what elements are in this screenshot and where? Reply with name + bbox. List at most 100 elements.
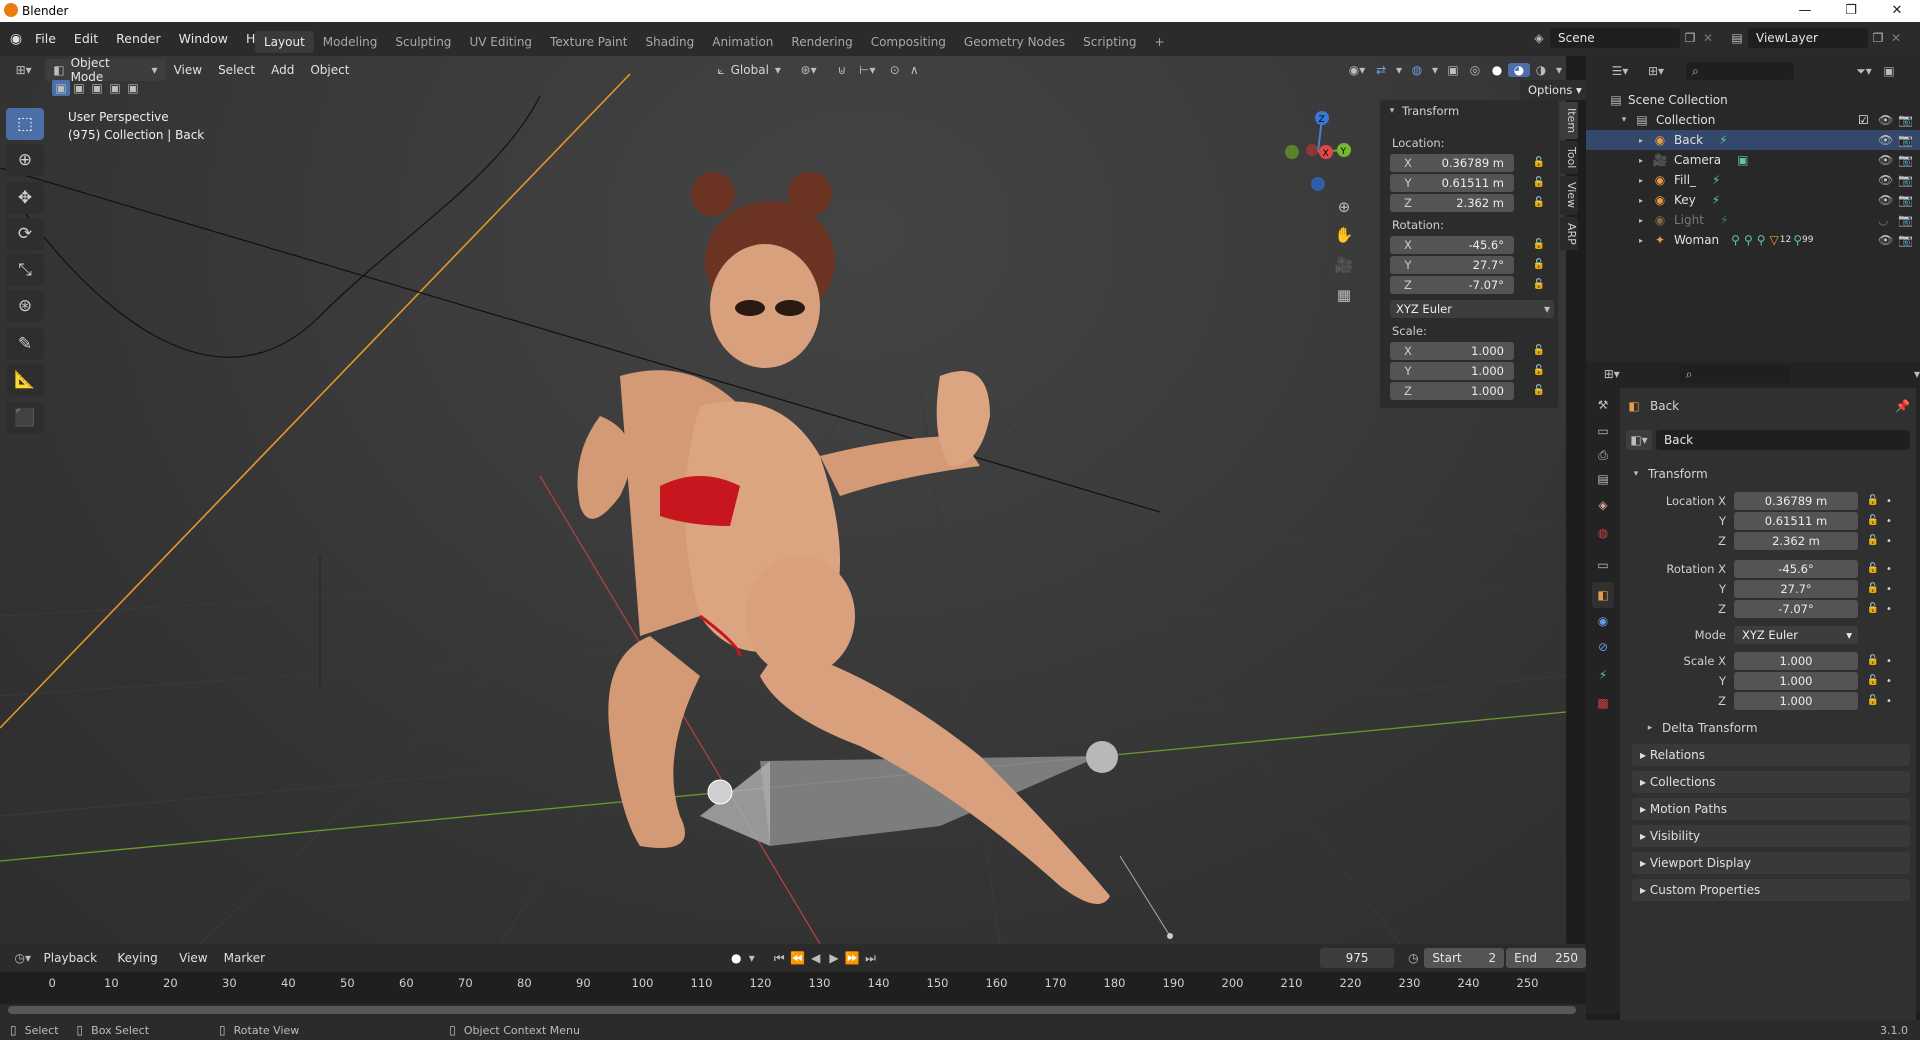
camera-render-icon[interactable]: 📷 bbox=[1898, 133, 1913, 147]
new-view-layer-icon[interactable]: ❐ bbox=[1868, 31, 1888, 45]
section-viewport-display[interactable]: ▸ Viewport Display bbox=[1632, 852, 1910, 874]
chevron-down-icon[interactable]: ▾ bbox=[1392, 63, 1406, 77]
camera-render-icon[interactable]: 📷 bbox=[1898, 193, 1913, 207]
lock-icon[interactable]: 🔓 bbox=[1866, 603, 1880, 615]
xray-toggle-icon[interactable]: ▣ bbox=[1442, 63, 1464, 77]
measure-tool-icon[interactable]: 📐 bbox=[6, 364, 44, 396]
add-cube-tool-icon[interactable]: ⬛ bbox=[6, 402, 44, 434]
chevron-right-icon[interactable]: ▸ bbox=[1636, 196, 1646, 205]
outliner-item-fill[interactable]: ▸ ◉ Fill_ ⚡ 👁 📷 bbox=[1586, 170, 1920, 190]
delete-view-layer-icon[interactable]: ✕ bbox=[1888, 31, 1904, 45]
viewport-menu-object[interactable]: Object bbox=[302, 59, 357, 81]
perspective-toggle-icon[interactable]: ▦ bbox=[1332, 280, 1356, 310]
outliner-item-back[interactable]: ▸ ◉ Back ⚡ 👁 📷 bbox=[1586, 130, 1920, 150]
lock-icon[interactable]: 🔓 bbox=[1866, 695, 1880, 707]
rotation-x-field[interactable]: X -45.6° bbox=[1390, 236, 1514, 254]
chevron-right-icon[interactable]: ▸ bbox=[1636, 176, 1646, 185]
light-data-icon[interactable]: ⚡ bbox=[1719, 133, 1727, 147]
new-scene-icon[interactable]: ❐ bbox=[1680, 31, 1700, 45]
chevron-right-icon[interactable]: ▸ bbox=[1636, 156, 1646, 165]
bone-icon[interactable]: ⚲ bbox=[1757, 233, 1766, 247]
chevron-down-icon[interactable]: ▾ bbox=[1552, 63, 1566, 77]
restore-button[interactable]: ❐ bbox=[1828, 0, 1874, 22]
properties-search-input[interactable]: ⌕ bbox=[1679, 365, 1790, 383]
lock-icon[interactable]: 🔓 bbox=[1532, 365, 1546, 377]
proportional-editing-icon[interactable]: ⊙ bbox=[885, 63, 905, 77]
section-relations[interactable]: ▸ Relations bbox=[1632, 744, 1910, 766]
object-data-tab-icon[interactable]: ⚡ bbox=[1592, 660, 1614, 690]
tab-compositing[interactable]: Compositing bbox=[862, 31, 955, 53]
camera-render-icon[interactable]: 📷 bbox=[1898, 173, 1913, 187]
world-tab-icon[interactable]: ◍ bbox=[1592, 518, 1614, 548]
lock-icon[interactable]: 🔓 bbox=[1866, 535, 1880, 547]
end-frame-field[interactable]: End 250 bbox=[1506, 948, 1587, 968]
rotation-y-field[interactable]: 27.7° bbox=[1734, 580, 1858, 598]
chevron-down-icon[interactable]: ▾ bbox=[745, 951, 758, 965]
keyframe-dot-icon[interactable]: • bbox=[1886, 696, 1892, 707]
select-intersect-icon[interactable]: ▣ bbox=[124, 81, 142, 95]
tab-scripting[interactable]: Scripting bbox=[1074, 31, 1145, 53]
location-x-field[interactable]: 0.36789 m bbox=[1734, 492, 1858, 510]
lock-icon[interactable]: 🔓 bbox=[1866, 655, 1880, 667]
editor-type-icon[interactable]: ◷▾ bbox=[10, 951, 36, 965]
gizmo-toggle-icon[interactable]: ⇄ bbox=[1370, 63, 1392, 77]
rotation-x-field[interactable]: -45.6° bbox=[1734, 560, 1858, 578]
record-icon[interactable]: ● bbox=[727, 951, 745, 965]
wireframe-shading-icon[interactable]: ◎ bbox=[1464, 63, 1486, 77]
transform-orientation-dropdown[interactable]: ⟀ Global ▾ bbox=[717, 59, 781, 81]
view-layer-icon[interactable]: ▤ bbox=[1726, 31, 1748, 45]
tab-modeling[interactable]: Modeling bbox=[314, 31, 387, 53]
view-layer-tab-icon[interactable]: ▤ bbox=[1592, 466, 1614, 492]
scene-tab-icon[interactable]: ◈ bbox=[1592, 492, 1614, 518]
tab-view[interactable]: View bbox=[1560, 176, 1578, 215]
close-button[interactable]: ✕ bbox=[1874, 0, 1920, 22]
keyframe-dot-icon[interactable]: • bbox=[1886, 656, 1892, 667]
cursor-tool-icon[interactable]: ⊕ bbox=[6, 144, 44, 176]
lock-icon[interactable]: 🔓 bbox=[1866, 675, 1880, 687]
camera-data-icon[interactable]: ▣ bbox=[1737, 153, 1748, 167]
falloff-icon[interactable]: ∧ bbox=[904, 63, 924, 77]
tab-geometry-nodes[interactable]: Geometry Nodes bbox=[955, 31, 1074, 53]
location-y-field[interactable]: 0.61511 m bbox=[1734, 512, 1858, 530]
viewport-menu-add[interactable]: Add bbox=[263, 59, 302, 81]
play-icon[interactable]: ▶ bbox=[825, 951, 843, 965]
lock-icon[interactable]: 🔓 bbox=[1866, 515, 1880, 527]
rotation-y-field[interactable]: Y 27.7° bbox=[1390, 256, 1514, 274]
delta-transform-subpanel[interactable]: ▸ Delta Transform bbox=[1644, 718, 1758, 738]
menu-edit[interactable]: Edit bbox=[65, 22, 107, 56]
navigation-gizmo[interactable]: Z Y X bbox=[1278, 108, 1358, 198]
object-tab-icon[interactable]: ◧ bbox=[1592, 582, 1614, 608]
scene-icon[interactable]: ◈ bbox=[1528, 31, 1550, 45]
location-z-field[interactable]: Z 2.362 m bbox=[1390, 194, 1514, 212]
lock-icon[interactable]: 🔓 bbox=[1866, 563, 1880, 575]
physics-tab-icon[interactable]: ◉ bbox=[1592, 608, 1614, 634]
outliner-item-woman[interactable]: ▸ ✦ Woman ⚲ ⚲ ⚲ ▽ 12 ⚲ 99 👁 📷 bbox=[1586, 230, 1920, 250]
lock-icon[interactable]: 🔓 bbox=[1532, 197, 1546, 209]
scale-z-field[interactable]: 1.000 bbox=[1734, 692, 1858, 710]
scale-x-field[interactable]: X 1.000 bbox=[1390, 342, 1514, 360]
start-frame-field[interactable]: Start 2 bbox=[1424, 948, 1505, 968]
timeline-menu-view[interactable]: View bbox=[171, 947, 215, 969]
keyframe-dot-icon[interactable]: • bbox=[1886, 516, 1892, 527]
pin-icon[interactable]: 📌 bbox=[1895, 399, 1910, 413]
tab-item[interactable]: Item bbox=[1560, 102, 1578, 140]
timeline-ruler[interactable]: 0 10 20 30 40 50 60 70 80 90 100 110 120 130 140 150 160… bbox=[0, 972, 1586, 1004]
pan-hand-icon[interactable]: ✋ bbox=[1332, 220, 1356, 250]
outliner-item-light[interactable]: ▸ ◉ Light ⚡ ◡ 📷 bbox=[1586, 210, 1920, 230]
timeline-menu-playback[interactable]: Playback ▾ bbox=[36, 947, 110, 987]
section-collections[interactable]: ▸ Collections bbox=[1632, 771, 1910, 793]
snap-target-icon[interactable]: ⊢▾ bbox=[856, 63, 879, 77]
tab-tool[interactable]: Tool bbox=[1560, 141, 1578, 175]
jump-end-icon[interactable]: ⏭ bbox=[861, 951, 879, 966]
overlay-toggle-icon[interactable]: ◍ bbox=[1406, 63, 1428, 77]
outliner-item-key[interactable]: ▸ ◉ Key ⚡ 👁 📷 bbox=[1586, 190, 1920, 210]
pose-icon[interactable]: ⚲ bbox=[1744, 233, 1753, 247]
zoom-icon[interactable]: ⊕ bbox=[1332, 194, 1356, 220]
outliner-search-input[interactable]: ⌕ bbox=[1686, 62, 1794, 80]
transform-section-header[interactable]: ▾ Transform bbox=[1630, 464, 1708, 484]
timeline-scrollbar[interactable] bbox=[8, 1006, 1576, 1014]
eye-icon[interactable]: 👁 bbox=[1878, 113, 1893, 127]
minimize-button[interactable]: — bbox=[1782, 0, 1828, 22]
constraints-tab-icon[interactable]: ⊘ bbox=[1592, 634, 1614, 660]
eye-closed-icon[interactable]: ◡ bbox=[1878, 213, 1888, 227]
